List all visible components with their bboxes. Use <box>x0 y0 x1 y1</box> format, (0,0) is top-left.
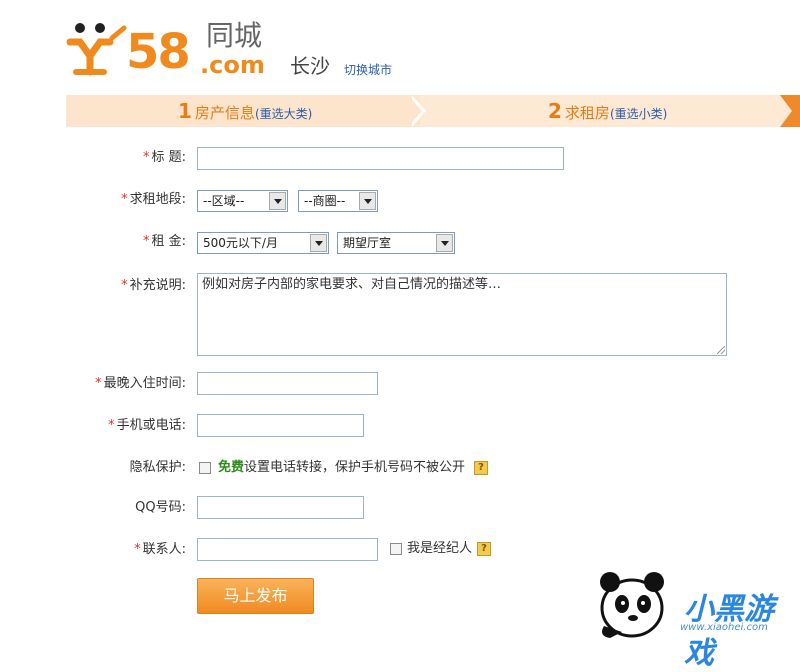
agent-help-icon[interactable]: ? <box>477 542 491 556</box>
watermark-url: www.xiaohei.com <box>680 622 768 633</box>
qq-input[interactable] <box>197 496 364 519</box>
description-placeholder: 例如对房子内部的家电要求、对自己情况的描述等… <box>202 277 502 292</box>
title-label: * 标 题: <box>142 150 186 165</box>
room-type-select[interactable]: 期望厅室 <box>337 232 455 254</box>
privacy-help-icon[interactable]: ? <box>474 461 488 475</box>
rent-select-value: 500元以下/月 <box>203 236 278 250</box>
resize-grip-icon[interactable] <box>717 346 725 354</box>
watermark: 小黑游戏 www.xiaohei.com <box>588 560 800 671</box>
contact-label: * 联系人: <box>134 542 186 557</box>
step-2-label: 求租房 <box>564 104 610 122</box>
privacy-label: 隐私保护: <box>129 460 186 475</box>
latest-movein-input[interactable] <box>197 372 378 395</box>
district-select[interactable]: --区域-- <box>197 190 288 212</box>
business-circle-select[interactable]: --商圈-- <box>298 190 378 212</box>
step-1-reselect-link[interactable]: (重选大类) <box>255 107 312 121</box>
area-label: * 求租地段: <box>121 192 186 207</box>
description-textarea[interactable]: 例如对房子内部的家电要求、对自己情况的描述等… <box>197 273 727 356</box>
logo-58-text: 58 <box>126 24 191 80</box>
chevron-down-icon <box>359 192 376 210</box>
privacy-checkbox[interactable] <box>199 462 211 474</box>
phone-label: * 手机或电话: <box>108 418 186 433</box>
publish-button[interactable]: 马上发布 <box>197 578 314 614</box>
agent-checkbox[interactable] <box>390 543 402 555</box>
privacy-text: 设置电话转接，保护手机号码不被公开 <box>244 460 466 475</box>
business-circle-select-value: --商圈-- <box>304 194 346 208</box>
privacy-free-badge: 免费 <box>218 460 245 475</box>
room-type-select-value: 期望厅室 <box>343 236 392 250</box>
step-1: 1 房产信息(重选大类) <box>178 99 312 126</box>
rent-select[interactable]: 500元以下/月 <box>197 232 329 254</box>
chevron-down-icon <box>269 192 286 210</box>
chevron-down-icon <box>436 234 453 252</box>
description-label: * 补充说明: <box>121 278 186 293</box>
steps-end-arrow <box>780 95 792 127</box>
mascot-icon <box>66 23 127 76</box>
panda-icon <box>600 572 664 638</box>
qq-label: QQ号码: <box>135 500 186 515</box>
logo-tongcheng-text: 同城 <box>206 19 263 52</box>
district-select-value: --区域-- <box>203 194 245 208</box>
latest-movein-label: * 最晚入住时间: <box>95 376 186 391</box>
contact-input[interactable] <box>197 538 378 561</box>
chevron-down-icon <box>310 234 327 252</box>
phone-input[interactable] <box>197 414 364 437</box>
switch-city-link[interactable]: 切换城市 <box>344 61 392 78</box>
step-2-number: 2 <box>548 99 562 123</box>
step-1-number: 1 <box>178 99 192 123</box>
step-divider-inner <box>408 95 422 127</box>
site-logo[interactable]: 58 同城 .com <box>66 18 276 80</box>
rent-label: * 租 金: <box>142 234 186 249</box>
step-2-reselect-link[interactable]: (重选小类) <box>610 107 667 121</box>
agent-label: 我是经纪人 <box>407 541 473 556</box>
step-1-label: 房产信息 <box>194 104 255 122</box>
privacy-description: 免费设置电话转接，保护手机号码不被公开 <box>218 458 465 478</box>
step-2: 2 求租房(重选小类) <box>548 99 667 126</box>
steps-bar: 1 房产信息(重选大类) 2 求租房(重选小类) <box>66 95 800 127</box>
logo-com-text: .com <box>200 51 265 79</box>
current-city: 长沙 <box>290 54 330 78</box>
title-input[interactable] <box>197 147 564 170</box>
